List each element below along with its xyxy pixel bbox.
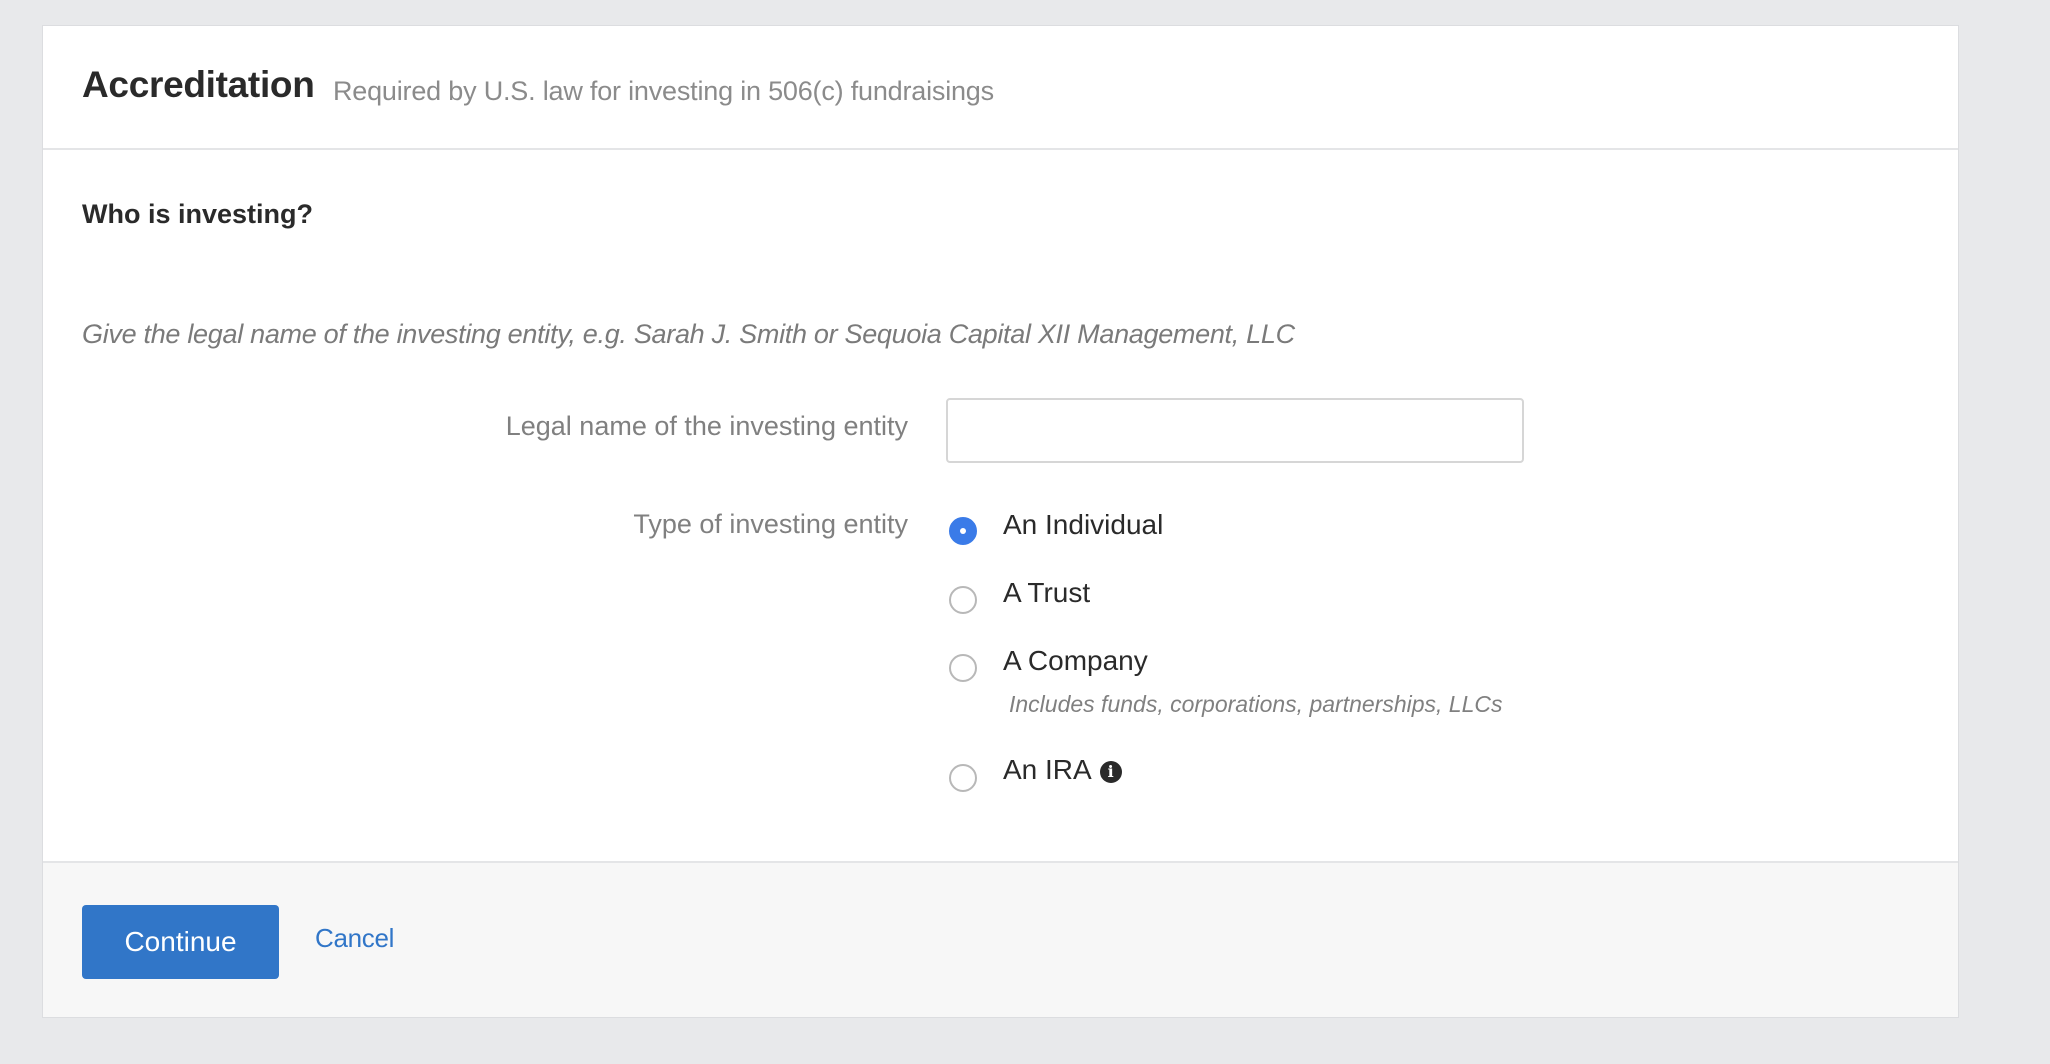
- option-ira-label[interactable]: An IRA: [1003, 754, 1092, 785]
- page-title: Accreditation: [82, 64, 315, 105]
- card-header: Accreditation Required by U.S. law for i…: [43, 26, 1958, 150]
- option-trust-label[interactable]: A Trust: [1003, 577, 1090, 609]
- accreditation-card: Accreditation Required by U.S. law for i…: [42, 25, 1959, 1018]
- page-subtitle: Required by U.S. law for investing in 50…: [333, 76, 994, 106]
- continue-button[interactable]: Continue: [82, 905, 279, 979]
- option-company-note: Includes funds, corporations, partnershi…: [1009, 691, 1503, 717]
- legal-name-label: Legal name of the investing entity: [505, 411, 908, 441]
- entity-type-label: Type of investing entity: [633, 509, 908, 539]
- card-footer: Continue Cancel: [43, 861, 1958, 1017]
- option-ira-label-wrap[interactable]: An IRA i: [1003, 754, 1122, 786]
- option-company-label[interactable]: A Company: [1003, 645, 1148, 677]
- section-title: Who is investing?: [82, 199, 314, 229]
- radio-company[interactable]: [949, 654, 977, 682]
- radio-ira[interactable]: [949, 764, 977, 792]
- info-icon[interactable]: i: [1099, 761, 1122, 783]
- radio-individual[interactable]: [949, 517, 977, 545]
- radio-trust[interactable]: [949, 586, 977, 614]
- section-hint: Give the legal name of the investing ent…: [82, 319, 1295, 349]
- legal-name-input[interactable]: [946, 398, 1524, 463]
- cancel-link[interactable]: Cancel: [315, 923, 394, 954]
- option-individual-label[interactable]: An Individual: [1003, 509, 1163, 541]
